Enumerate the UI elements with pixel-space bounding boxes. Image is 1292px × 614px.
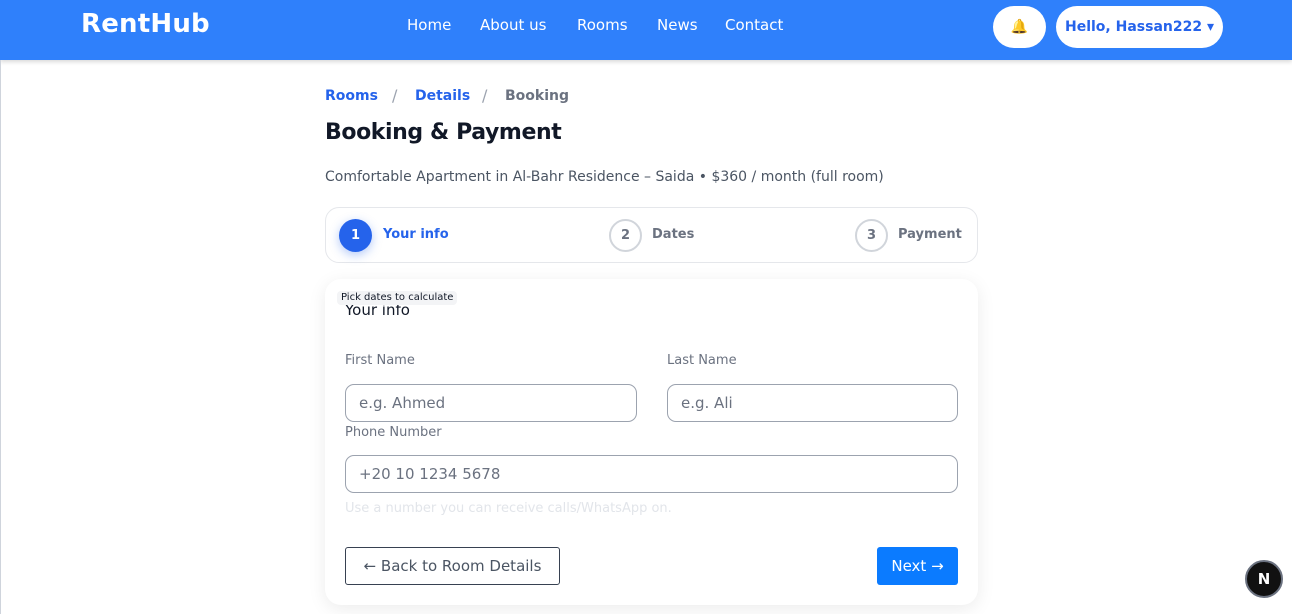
top-navbar: RentHub Home About us Rooms News Contact… <box>0 0 1292 60</box>
nav-news-link[interactable]: News <box>657 16 698 34</box>
phone-label: Phone Number <box>345 425 442 440</box>
step-2-circle[interactable]: 2 <box>609 219 642 252</box>
booking-stepper: 1 Your info 2 Dates 3 Payment <box>325 207 978 263</box>
nav-home-link[interactable]: Home <box>407 16 451 34</box>
next-button[interactable]: Next → <box>877 547 958 585</box>
brand-logo[interactable]: RentHub <box>81 9 210 39</box>
step-3-circle[interactable]: 3 <box>855 219 888 252</box>
room-summary: Comfortable Apartment in Al-Bahr Residen… <box>325 169 884 185</box>
dev-tools-badge[interactable]: N <box>1245 560 1283 598</box>
price-tooltip: Pick dates to calculate <box>337 291 458 305</box>
step-3-label[interactable]: Payment <box>898 227 962 242</box>
nav-rooms-link[interactable]: Rooms <box>577 16 628 34</box>
nav-about-link[interactable]: About us <box>480 16 546 34</box>
breadcrumb-separator: / <box>392 86 398 105</box>
breadcrumb-current: Booking <box>505 88 570 104</box>
notifications-button[interactable]: 🔔 <box>993 6 1046 48</box>
user-menu-button[interactable]: Hello, Hassan222 ▾ <box>1056 6 1223 48</box>
first-name-input[interactable] <box>345 384 637 422</box>
step-2-label[interactable]: Dates <box>652 227 694 242</box>
nav-contact-link[interactable]: Contact <box>725 16 783 34</box>
back-to-room-details-button[interactable]: ← Back to Room Details <box>345 547 560 585</box>
page-edge-divider <box>0 60 1 614</box>
breadcrumb-details-link[interactable]: Details <box>415 88 470 104</box>
breadcrumb-separator: / <box>482 86 488 105</box>
phone-hint: Use a number you can receive calls/Whats… <box>345 501 672 516</box>
page-title: Booking & Payment <box>325 120 562 145</box>
phone-input[interactable] <box>345 455 958 493</box>
last-name-input[interactable] <box>667 384 958 422</box>
step-1-circle[interactable]: 1 <box>339 219 372 252</box>
last-name-label: Last Name <box>667 353 737 368</box>
step-1-label[interactable]: Your info <box>383 227 449 242</box>
first-name-label: First Name <box>345 353 415 368</box>
bell-icon: 🔔 <box>1010 19 1029 35</box>
breadcrumb-rooms-link[interactable]: Rooms <box>325 88 378 104</box>
